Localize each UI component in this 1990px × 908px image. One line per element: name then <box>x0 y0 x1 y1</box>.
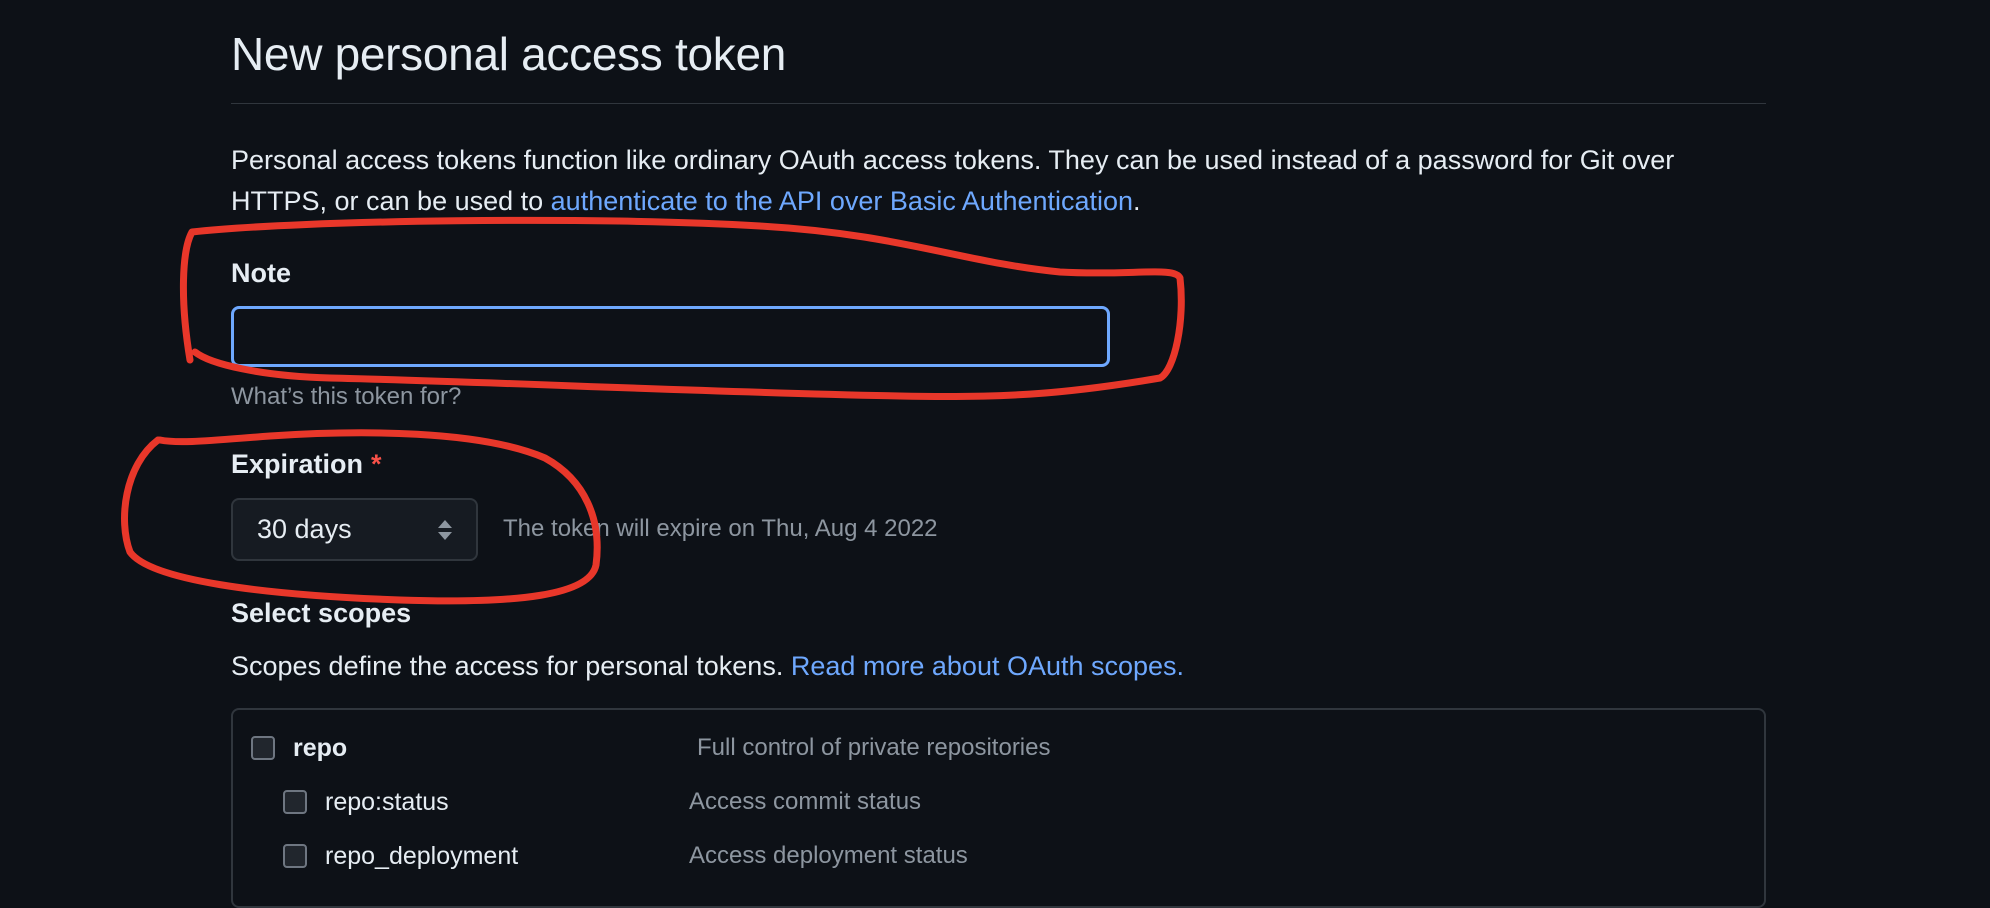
page-title: New personal access token <box>231 28 787 80</box>
scope-checkbox-repo-deployment[interactable] <box>283 844 307 868</box>
scope-name-repo-deployment: repo_deployment <box>325 841 519 870</box>
scope-row-repo-status: repo:status <box>283 784 449 820</box>
scopes-description: Scopes define the access for personal to… <box>231 648 1184 684</box>
expiration-label-text: Expiration <box>231 449 364 479</box>
scope-row-repo: repo <box>251 730 347 766</box>
scopes-list: repo Full control of private repositorie… <box>231 708 1766 908</box>
expiration-selected-value: 30 days <box>257 514 352 544</box>
scopes-description-text: Scopes define the access for personal to… <box>231 651 791 681</box>
expiration-hint: The token will expire on Thu, Aug 4 2022 <box>503 515 938 542</box>
scope-desc-repo: Full control of private repositories <box>697 734 1051 761</box>
select-arrows-icon <box>438 519 452 540</box>
expiration-label: Expiration * <box>231 447 382 481</box>
note-help-text: What’s this token for? <box>231 383 462 410</box>
scope-row-repo-deployment: repo_deployment <box>283 838 518 874</box>
note-input[interactable] <box>231 306 1110 367</box>
basic-auth-link[interactable]: authenticate to the API over Basic Authe… <box>551 186 1133 216</box>
required-marker: * <box>371 449 382 479</box>
note-label: Note <box>231 258 291 288</box>
title-divider <box>231 103 1766 104</box>
scope-name-repo: repo <box>293 733 348 762</box>
scope-desc-repo-status: Access commit status <box>689 788 922 815</box>
scope-desc-repo-deployment: Access deployment status <box>689 842 968 869</box>
oauth-scopes-link[interactable]: Read more about OAuth scopes. <box>791 651 1184 681</box>
scope-checkbox-repo-status[interactable] <box>283 790 307 814</box>
scope-checkbox-repo[interactable] <box>251 736 275 760</box>
intro-text: Personal access tokens function like ord… <box>231 140 1766 222</box>
token-form-page: New personal access token Personal acces… <box>231 0 1766 908</box>
expiration-select[interactable]: 30 days <box>231 498 478 561</box>
intro-end: . <box>1133 186 1141 216</box>
scopes-label: Select scopes <box>231 598 412 628</box>
scope-name-repo-status: repo:status <box>325 787 449 816</box>
